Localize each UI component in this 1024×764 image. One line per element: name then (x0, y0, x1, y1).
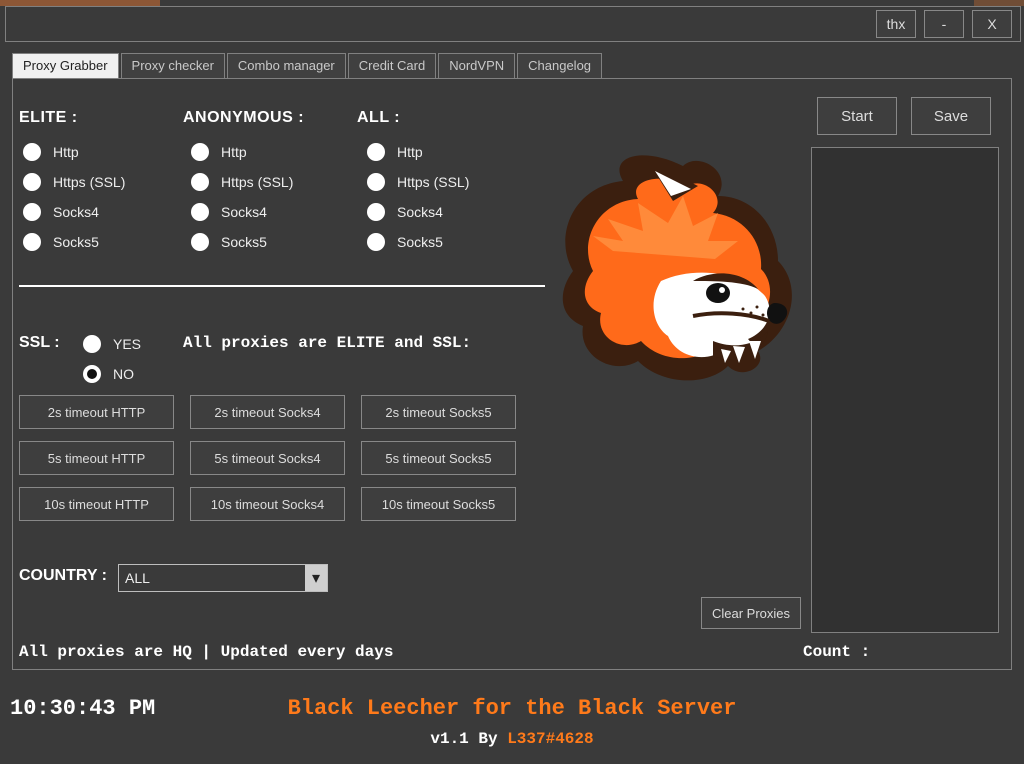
tab-changelog[interactable]: Changelog (517, 53, 602, 79)
radio-all-socks5[interactable] (367, 233, 385, 251)
radio-label: Https (SSL) (221, 174, 293, 190)
timeout-10s-http[interactable]: 10s timeout HTTP (19, 487, 174, 521)
radio-label: YES (113, 336, 141, 352)
tab-proxy-grabber[interactable]: Proxy Grabber (12, 53, 119, 79)
radio-label: Socks5 (221, 234, 267, 250)
footer-subtitle: v1.1 By L337#4628 (0, 730, 1024, 748)
minimize-button[interactable]: - (924, 10, 964, 38)
elite-ssl-info: All proxies are ELITE and SSL: (183, 334, 471, 352)
footer-author: L337#4628 (507, 730, 593, 748)
timeout-2s-socks4[interactable]: 2s timeout Socks4 (190, 395, 345, 429)
radio-all-http[interactable] (367, 143, 385, 161)
radio-label: Http (397, 144, 423, 160)
elite-options: Http Https (SSL) Socks4 Socks5 (23, 137, 125, 257)
radio-label: NO (113, 366, 134, 382)
thx-button[interactable]: thx (876, 10, 916, 38)
country-value: ALL (119, 570, 305, 586)
close-button[interactable]: X (972, 10, 1012, 38)
radio-ssl-no[interactable] (83, 365, 101, 383)
ssl-options: YES NO (83, 329, 141, 389)
radio-label: Socks5 (53, 234, 99, 250)
hq-info-line: All proxies are HQ | Updated every days (19, 643, 393, 661)
footer-title: Black Leecher for the Black Server (0, 696, 1024, 721)
tab-credit-card[interactable]: Credit Card (348, 53, 436, 79)
radio-label: Https (SSL) (397, 174, 469, 190)
radio-anon-socks4[interactable] (191, 203, 209, 221)
fox-mascot-icon (543, 141, 823, 401)
tab-proxy-checker[interactable]: Proxy checker (121, 53, 225, 79)
save-button[interactable]: Save (911, 97, 991, 135)
country-select[interactable]: ALL ▾ (118, 564, 328, 592)
timeout-buttons: 2s timeout HTTP 2s timeout Socks4 2s tim… (19, 395, 516, 521)
timeout-10s-socks5[interactable]: 10s timeout Socks5 (361, 487, 516, 521)
radio-anon-socks5[interactable] (191, 233, 209, 251)
count-label: Count : (803, 643, 870, 661)
tab-combo-manager[interactable]: Combo manager (227, 53, 346, 79)
timeout-5s-socks5[interactable]: 5s timeout Socks5 (361, 441, 516, 475)
radio-ssl-yes[interactable] (83, 335, 101, 353)
main-panel: ELITE : Http Https (SSL) Socks4 Socks5 A… (12, 78, 1012, 670)
clear-proxies-button[interactable]: Clear Proxies (701, 597, 801, 629)
radio-elite-socks5[interactable] (23, 233, 41, 251)
start-button[interactable]: Start (817, 97, 897, 135)
chevron-down-icon: ▾ (305, 565, 327, 591)
country-label: COUNTRY : (19, 567, 107, 585)
radio-anon-https[interactable] (191, 173, 209, 191)
timeout-2s-socks5[interactable]: 2s timeout Socks5 (361, 395, 516, 429)
tab-strip: Proxy Grabber Proxy checker Combo manage… (12, 53, 604, 79)
radio-anon-http[interactable] (191, 143, 209, 161)
titlebar-frame (5, 6, 1021, 42)
radio-label: Https (SSL) (53, 174, 125, 190)
anonymous-options: Http Https (SSL) Socks4 Socks5 (191, 137, 293, 257)
radio-label: Socks5 (397, 234, 443, 250)
group-header-anonymous: ANONYMOUS : (183, 109, 304, 127)
tab-nordvpn[interactable]: NordVPN (438, 53, 515, 79)
ssl-label: SSL : (19, 334, 60, 352)
radio-elite-socks4[interactable] (23, 203, 41, 221)
group-header-all: ALL : (357, 109, 400, 127)
radio-label: Socks4 (397, 204, 443, 220)
section-divider (19, 285, 545, 287)
window-buttons: thx - X (876, 10, 1012, 38)
timeout-2s-http[interactable]: 2s timeout HTTP (19, 395, 174, 429)
timeout-10s-socks4[interactable]: 10s timeout Socks4 (190, 487, 345, 521)
timeout-5s-socks4[interactable]: 5s timeout Socks4 (190, 441, 345, 475)
radio-label: Socks4 (53, 204, 99, 220)
proxy-result-box[interactable] (811, 147, 999, 633)
group-header-elite: ELITE : (19, 109, 78, 127)
radio-label: Socks4 (221, 204, 267, 220)
radio-label: Http (53, 144, 79, 160)
radio-elite-https[interactable] (23, 173, 41, 191)
all-options: Http Https (SSL) Socks4 Socks5 (367, 137, 469, 257)
radio-all-socks4[interactable] (367, 203, 385, 221)
radio-label: Http (221, 144, 247, 160)
radio-elite-http[interactable] (23, 143, 41, 161)
timeout-5s-http[interactable]: 5s timeout HTTP (19, 441, 174, 475)
footer-version: v1.1 By (430, 730, 507, 748)
radio-all-https[interactable] (367, 173, 385, 191)
